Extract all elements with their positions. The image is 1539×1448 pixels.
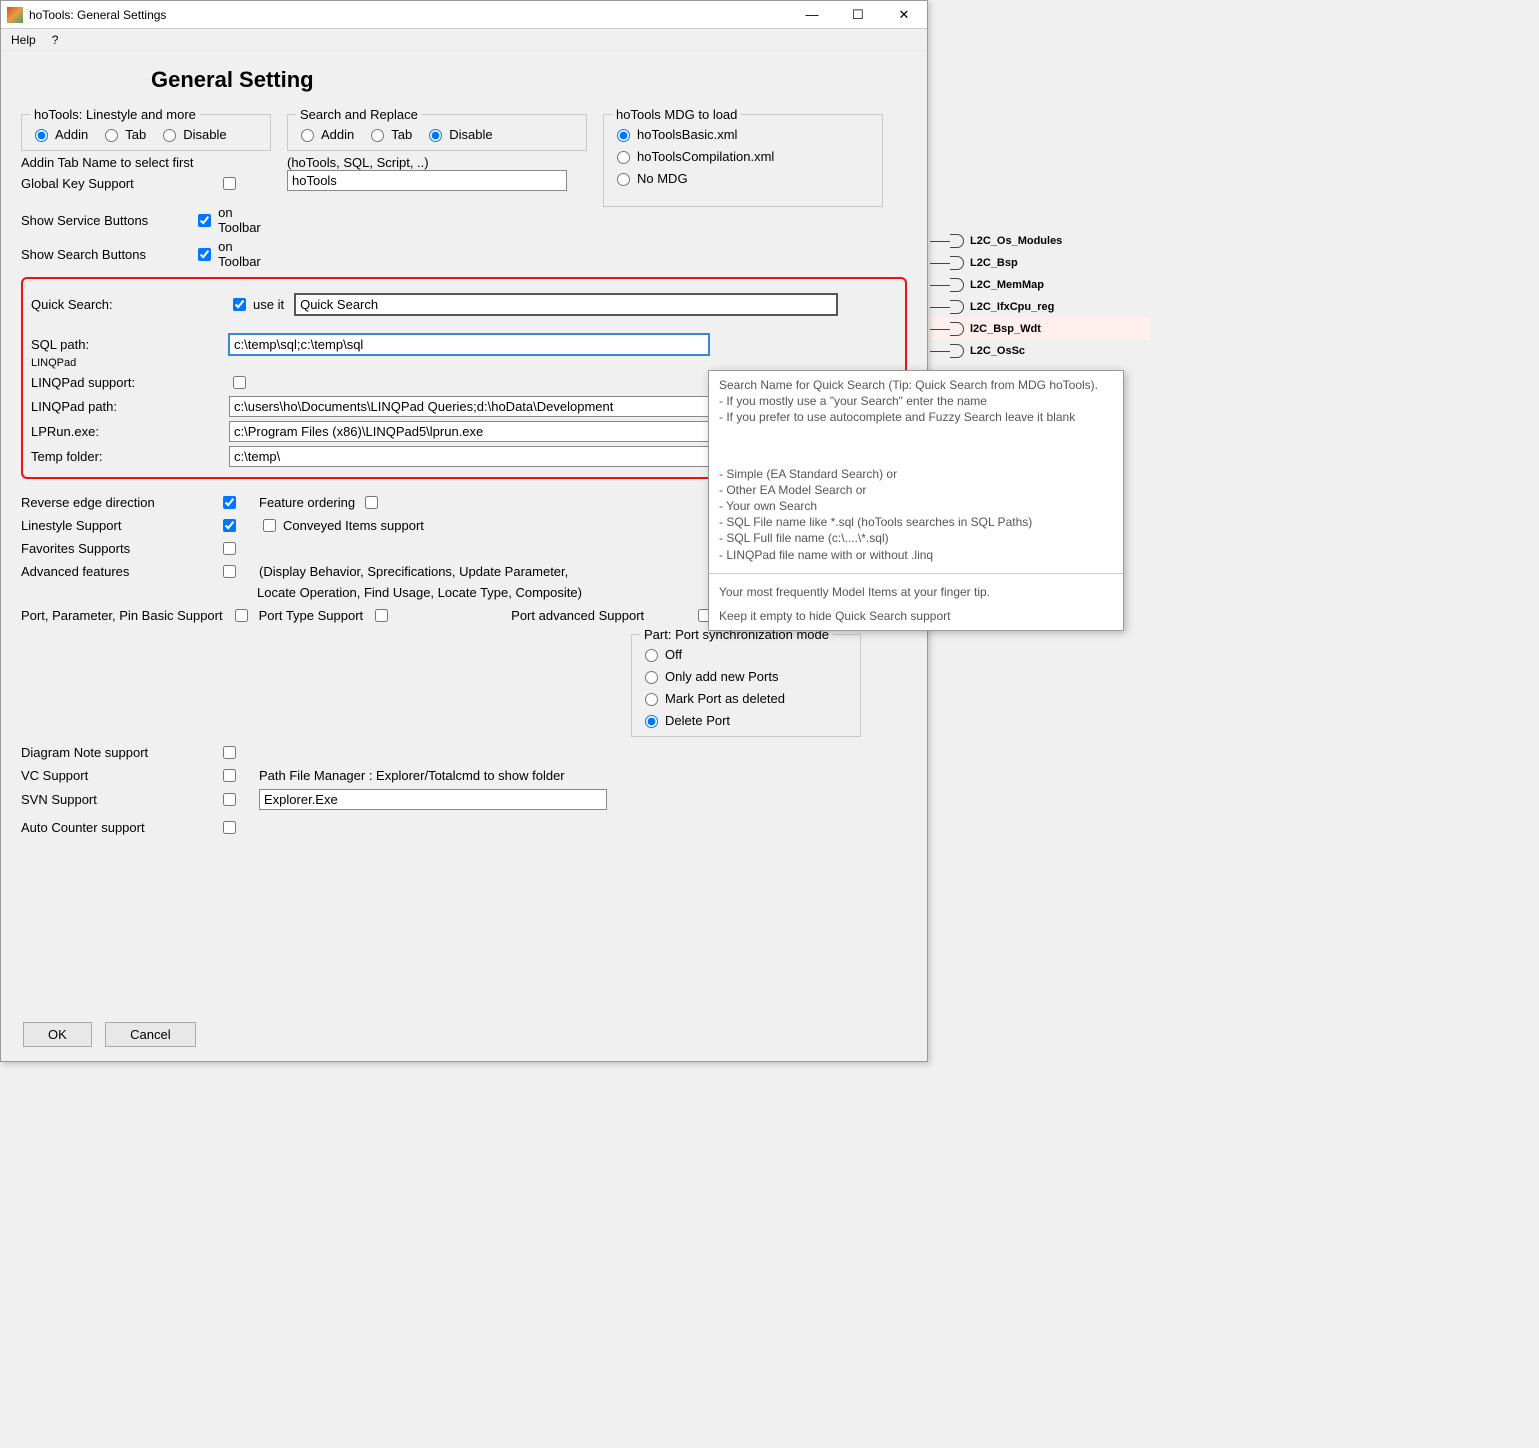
show-service-label: Show Service Buttons (21, 213, 194, 228)
quick-search-label: Quick Search: (31, 297, 229, 312)
sr-tab-radio[interactable] (371, 129, 384, 142)
port-type-label: Port Type Support (259, 608, 364, 623)
global-key-checkbox[interactable] (223, 177, 236, 190)
advanced-desc1: (Display Behavior, Sprecifications, Upda… (259, 564, 568, 579)
auto-counter-label: Auto Counter support (21, 820, 219, 835)
sql-path-input[interactable] (229, 334, 709, 355)
linqpad-path-input[interactable] (229, 396, 709, 417)
lprun-label: LPRun.exe: (31, 424, 229, 439)
linestyle-support-checkbox[interactable] (223, 519, 236, 532)
sr-addin-radio[interactable] (301, 129, 314, 142)
port-sync-group: Part: Port synchronization mode Off Only… (631, 627, 861, 737)
advanced-desc2: Locate Operation, Find Usage, Locate Typ… (257, 585, 582, 600)
quick-search-useit-checkbox[interactable] (233, 298, 246, 311)
linestyle-disable-radio[interactable] (163, 129, 176, 142)
addin-tab-name-label: Addin Tab Name to select first (21, 155, 219, 170)
mdg-group: hoTools MDG to load hoToolsBasic.xml hoT… (603, 107, 883, 207)
linqpad-support-label: LINQPad support: (31, 375, 229, 390)
mdg-basic-radio[interactable] (617, 129, 630, 142)
linestyle-support-label: Linestyle Support (21, 518, 219, 533)
temp-folder-label: Temp folder: (31, 449, 229, 464)
menubar: Help ? (1, 29, 927, 51)
portsync-add-radio[interactable] (645, 671, 658, 684)
vc-support-checkbox[interactable] (223, 769, 236, 782)
page-title: General Setting (151, 67, 907, 93)
favorites-support-checkbox[interactable] (223, 542, 236, 555)
mdg-none-radio[interactable] (617, 173, 630, 186)
close-button[interactable]: ✕ (881, 1, 927, 29)
linqpad-small-label: LINQPad (31, 355, 897, 369)
ok-button[interactable]: OK (23, 1022, 92, 1047)
advanced-features-checkbox[interactable] (223, 565, 236, 578)
search-replace-group: Search and Replace Addin Tab Disable (287, 107, 587, 151)
background-diagram: L2C_Os_Modules L2C_Bsp L2C_MemMap L2C_If… (930, 230, 1150, 362)
linqpad-support-checkbox[interactable] (233, 376, 246, 389)
reverse-edge-checkbox[interactable] (223, 496, 236, 509)
portsync-delete-radio[interactable] (645, 715, 658, 728)
port-basic-checkbox[interactable] (235, 609, 248, 622)
port-advanced-label: Port advanced Support (511, 608, 644, 623)
show-service-checkbox[interactable] (198, 214, 211, 227)
feature-ordering-checkbox[interactable] (365, 496, 378, 509)
temp-folder-input[interactable] (229, 446, 709, 467)
auto-counter-checkbox[interactable] (223, 821, 236, 834)
conveyed-items-label: Conveyed Items support (283, 518, 424, 533)
menu-help[interactable]: Help (11, 33, 36, 47)
port-basic-label: Port, Parameter, Pin Basic Support (21, 608, 223, 623)
diagram-note-label: Diagram Note support (21, 745, 219, 760)
cancel-button[interactable]: Cancel (105, 1022, 195, 1047)
titlebar: hoTools: General Settings — ☐ ✕ (1, 1, 927, 29)
diagram-note-checkbox[interactable] (223, 746, 236, 759)
advanced-features-label: Advanced features (21, 564, 219, 579)
linestyle-group: hoTools: Linestyle and more Addin Tab Di… (21, 107, 271, 151)
minimize-button[interactable]: — (789, 1, 835, 29)
linestyle-addin-radio[interactable] (35, 129, 48, 142)
window-title: hoTools: General Settings (29, 8, 166, 22)
conveyed-items-checkbox[interactable] (263, 519, 276, 532)
linestyle-tab-radio[interactable] (105, 129, 118, 142)
path-file-mgr-input[interactable] (259, 789, 607, 810)
sr-value-input[interactable] (287, 170, 567, 191)
path-file-mgr-label: Path File Manager : Explorer/Totalcmd to… (259, 768, 565, 783)
sr-disable-radio[interactable] (429, 129, 442, 142)
sr-hint: (hoTools, SQL, Script, ..) (287, 155, 429, 170)
quick-search-input[interactable] (294, 293, 838, 316)
feature-ordering-label: Feature ordering (259, 495, 355, 510)
sql-path-label: SQL path: (31, 337, 229, 352)
maximize-button[interactable]: ☐ (835, 1, 881, 29)
portsync-mark-radio[interactable] (645, 693, 658, 706)
lprun-input[interactable] (229, 421, 709, 442)
svn-support-label: SVN Support (21, 792, 219, 807)
svn-support-checkbox[interactable] (223, 793, 236, 806)
show-search-checkbox[interactable] (198, 248, 211, 261)
reverse-edge-label: Reverse edge direction (21, 495, 219, 510)
mdg-compilation-radio[interactable] (617, 151, 630, 164)
portsync-off-radio[interactable] (645, 649, 658, 662)
vc-support-label: VC Support (21, 768, 219, 783)
global-key-label: Global Key Support (21, 176, 219, 191)
quick-search-tooltip: Search Name for Quick Search (Tip: Quick… (708, 370, 1124, 631)
port-type-checkbox[interactable] (375, 609, 388, 622)
favorites-support-label: Favorites Supports (21, 541, 219, 556)
menu-question[interactable]: ? (52, 33, 59, 47)
show-search-label: Show Search Buttons (21, 247, 194, 262)
app-icon (7, 7, 23, 23)
linqpad-path-label: LINQPad path: (31, 399, 229, 414)
